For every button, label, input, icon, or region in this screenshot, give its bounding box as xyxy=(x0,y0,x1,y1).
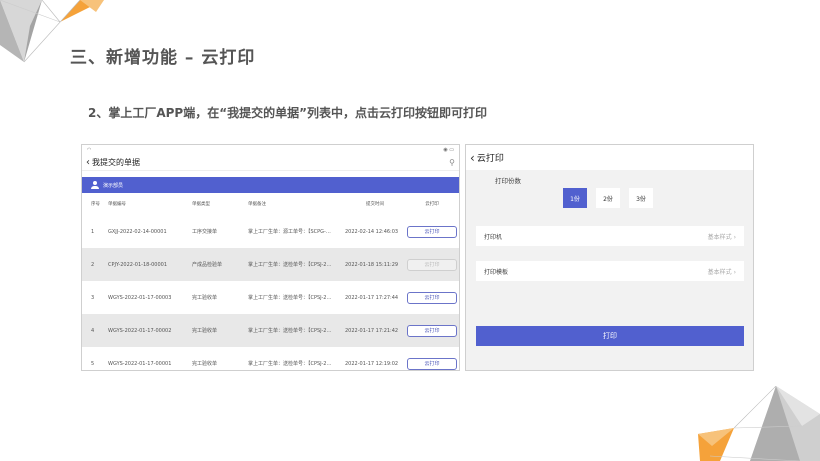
row-no: 4 xyxy=(91,327,95,334)
table-row[interactable]: 5 WGYS-2022-01-17-00001 完工验收单 掌上工厂生单：送检单… xyxy=(82,347,459,370)
row-time: 2022-01-17 17:21:42 xyxy=(345,327,399,334)
cloud-print-button[interactable]: 云打印 xyxy=(407,225,457,238)
row-no: 3 xyxy=(91,294,95,301)
column-header-no: 序号 xyxy=(91,202,100,207)
cloud-print-button[interactable]: 云打印 xyxy=(407,291,457,304)
print-button[interactable]: 打印 xyxy=(476,326,744,346)
chevron-right-icon: › xyxy=(733,233,736,241)
column-header-note: 单据备注 xyxy=(248,202,266,207)
row-no: 1 xyxy=(91,228,95,235)
copies-option-3[interactable]: 3份 xyxy=(629,188,653,208)
row-code: WGYS-2022-01-17-00002 xyxy=(108,327,172,334)
row-type: 完工验收单 xyxy=(192,295,218,301)
row-type: 产成品检验单 xyxy=(192,262,223,268)
copies-option-2[interactable]: 2份 xyxy=(596,188,620,208)
status-icons: ◉ ▭ xyxy=(443,147,454,153)
copies-label: 打印份数 xyxy=(495,177,521,185)
row-time: 2022-01-17 12:19:02 xyxy=(345,360,399,367)
table-row[interactable]: 3 WGYS-2022-01-17-00003 完工验收单 掌上工厂生单：送检单… xyxy=(82,281,459,314)
row-time: 2022-01-17 17:27:44 xyxy=(345,294,399,301)
cloud-print-button-disabled: 云打印 xyxy=(407,258,457,271)
copies-option-1[interactable]: 1份 xyxy=(563,188,587,208)
template-select[interactable]: 打印模板 基本样式 › xyxy=(476,261,744,281)
slide-title: 三、新增功能 – 云打印 xyxy=(70,48,256,68)
slide-subtitle: 2、掌上工厂APP端，在“我提交的单据”列表中，点击云打印按钮即可打印 xyxy=(88,106,488,120)
cloud-print-screen: ‹ 云打印 打印份数 1份 2份 3份 打印机 基本样式 › 打印模板 基本样式… xyxy=(465,144,754,371)
row-no: 5 xyxy=(91,360,95,367)
status-bar: ◠ ◉ ▭ xyxy=(82,145,459,155)
department-bar: 演示部员 xyxy=(82,177,459,193)
table-row[interactable]: 1 GXJJ-2022-02-14-00001 工序交接单 掌上工厂生单：源工单… xyxy=(82,215,459,248)
row-code: CPJY-2022-01-18-00001 xyxy=(108,261,168,268)
row-type: 完工验收单 xyxy=(192,328,218,334)
chevron-left-icon: ‹ xyxy=(86,157,90,168)
slide: 三、新增功能 – 云打印 2、掌上工厂APP端，在“我提交的单据”列表中，点击云… xyxy=(0,0,820,461)
page-title: 我提交的单据 xyxy=(92,158,140,167)
column-header-type: 单据类型 xyxy=(192,202,210,207)
copies-selector: 1份 2份 3份 xyxy=(563,188,662,208)
search-icon[interactable]: ⚲ xyxy=(449,158,455,167)
row-note: 掌上工厂生单：送检单号：【CPSJ-2… xyxy=(248,328,332,334)
printer-label: 打印机 xyxy=(484,233,503,241)
row-note: 掌上工厂生单：送检单号：【CPSJ-2… xyxy=(248,262,332,268)
cloud-print-header: ‹ 云打印 xyxy=(466,145,753,170)
cloud-print-button[interactable]: 云打印 xyxy=(407,324,457,337)
row-code: GXJJ-2022-02-14-00001 xyxy=(108,228,167,235)
row-note: 掌上工厂生单：源工单号：【SCPG-… xyxy=(248,229,331,235)
row-type: 工序交接单 xyxy=(192,229,218,235)
person-icon xyxy=(91,181,99,189)
row-time: 2022-01-18 15:11:29 xyxy=(345,261,399,268)
printer-select[interactable]: 打印机 基本样式 › xyxy=(476,226,744,246)
department-label: 演示部员 xyxy=(103,182,124,189)
table-row[interactable]: 4 WGYS-2022-01-17-00002 完工验收单 掌上工厂生单：送检单… xyxy=(82,314,459,347)
column-header-print: 云打印 xyxy=(425,202,439,207)
row-code: WGYS-2022-01-17-00001 xyxy=(108,360,172,367)
cloud-print-button[interactable]: 云打印 xyxy=(407,357,457,370)
printer-value: 基本样式 xyxy=(707,233,732,241)
table-row[interactable]: 2 CPJY-2022-01-18-00001 产成品检验单 掌上工厂生单：送检… xyxy=(82,248,459,281)
chevron-left-icon[interactable]: ‹ xyxy=(470,151,475,165)
row-type: 完工验收单 xyxy=(192,361,218,367)
row-time: 2022-02-14 12:46:03 xyxy=(345,228,399,235)
submitted-documents-screen: ◠ ◉ ▭ ‹ 我提交的单据 ⚲ 演示部员 序号 单据编号 单据类型 单据备注 … xyxy=(81,144,460,371)
cloud-print-title: 云打印 xyxy=(476,154,504,164)
chevron-right-icon: › xyxy=(733,268,736,276)
column-header-time: 提交时间 xyxy=(366,202,384,207)
row-note: 掌上工厂生单：送检单号：【CPSJ-2… xyxy=(248,295,332,301)
template-label: 打印模板 xyxy=(484,268,509,276)
table-header: 序号 单据编号 单据类型 单据备注 提交时间 云打印 xyxy=(82,193,459,215)
template-value: 基本样式 xyxy=(707,268,732,276)
row-note: 掌上工厂生单：送检单号：【CPSJ-2… xyxy=(248,361,332,367)
column-header-code: 单据编号 xyxy=(108,202,126,207)
signal-icon: ◠ xyxy=(87,147,92,153)
decorative-polygon-bottom-right xyxy=(698,386,820,461)
row-code: WGYS-2022-01-17-00003 xyxy=(108,294,172,301)
app-header: ‹ 我提交的单据 ⚲ xyxy=(82,155,459,171)
back-button[interactable]: ‹ 我提交的单据 xyxy=(86,157,140,168)
row-no: 2 xyxy=(91,261,95,268)
